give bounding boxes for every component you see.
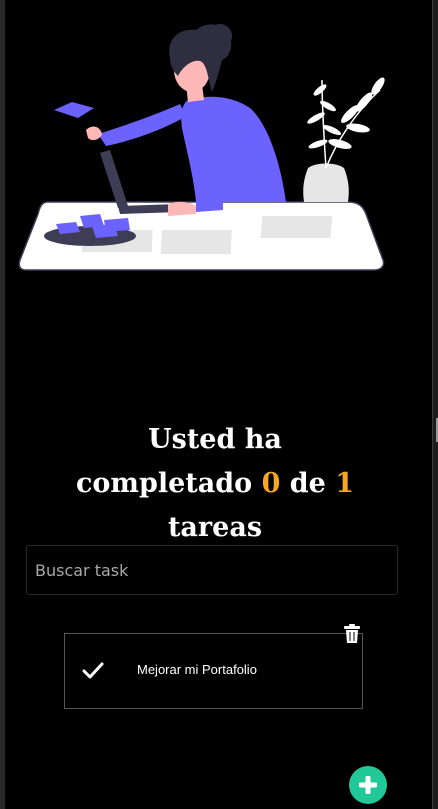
food-4 <box>92 224 118 238</box>
summary-text-1: Usted ha <box>148 424 282 455</box>
leaf-1 <box>313 84 327 96</box>
plus-icon <box>359 776 377 794</box>
right-scrollbar-track[interactable] <box>432 0 438 809</box>
add-task-button[interactable] <box>349 766 387 804</box>
leaf-2 <box>320 100 336 112</box>
check-icon[interactable] <box>82 661 104 681</box>
held-food <box>54 102 94 118</box>
completed-count: 0 <box>261 468 281 499</box>
summary-text-2: completado <box>75 468 253 499</box>
summary-connector: de <box>289 468 326 499</box>
summary-line-3: tareas <box>60 506 370 550</box>
leaf-8 <box>371 77 385 95</box>
trash-icon[interactable] <box>343 624 361 644</box>
woman-torso <box>181 96 286 202</box>
summary-text-3: tareas <box>167 512 263 543</box>
total-count: 1 <box>335 468 355 499</box>
task-label: Mejorar mi Portafolio <box>137 662 257 677</box>
leaf-7 <box>355 92 373 112</box>
hero-illustration <box>18 24 385 271</box>
vase <box>303 163 349 202</box>
summary-line-2: completado 0 de 1 <box>60 462 370 506</box>
summary-line-1: Usted ha <box>60 418 370 462</box>
search-input[interactable] <box>26 545 398 595</box>
woman-hand-left <box>86 126 102 141</box>
task-item[interactable]: Mejorar mi Portafolio <box>64 633 363 709</box>
leaf-4 <box>322 124 342 136</box>
food-1 <box>56 222 80 234</box>
woman-arm <box>98 104 186 146</box>
left-edge-shade <box>0 0 5 809</box>
paper-3 <box>260 216 333 238</box>
laptop-screen <box>100 150 128 208</box>
paper-2 <box>160 230 232 254</box>
woman-hair-bun <box>208 24 232 48</box>
woman-hand-right <box>168 201 196 216</box>
completion-summary: Usted ha completado 0 de 1 tareas <box>60 418 370 550</box>
